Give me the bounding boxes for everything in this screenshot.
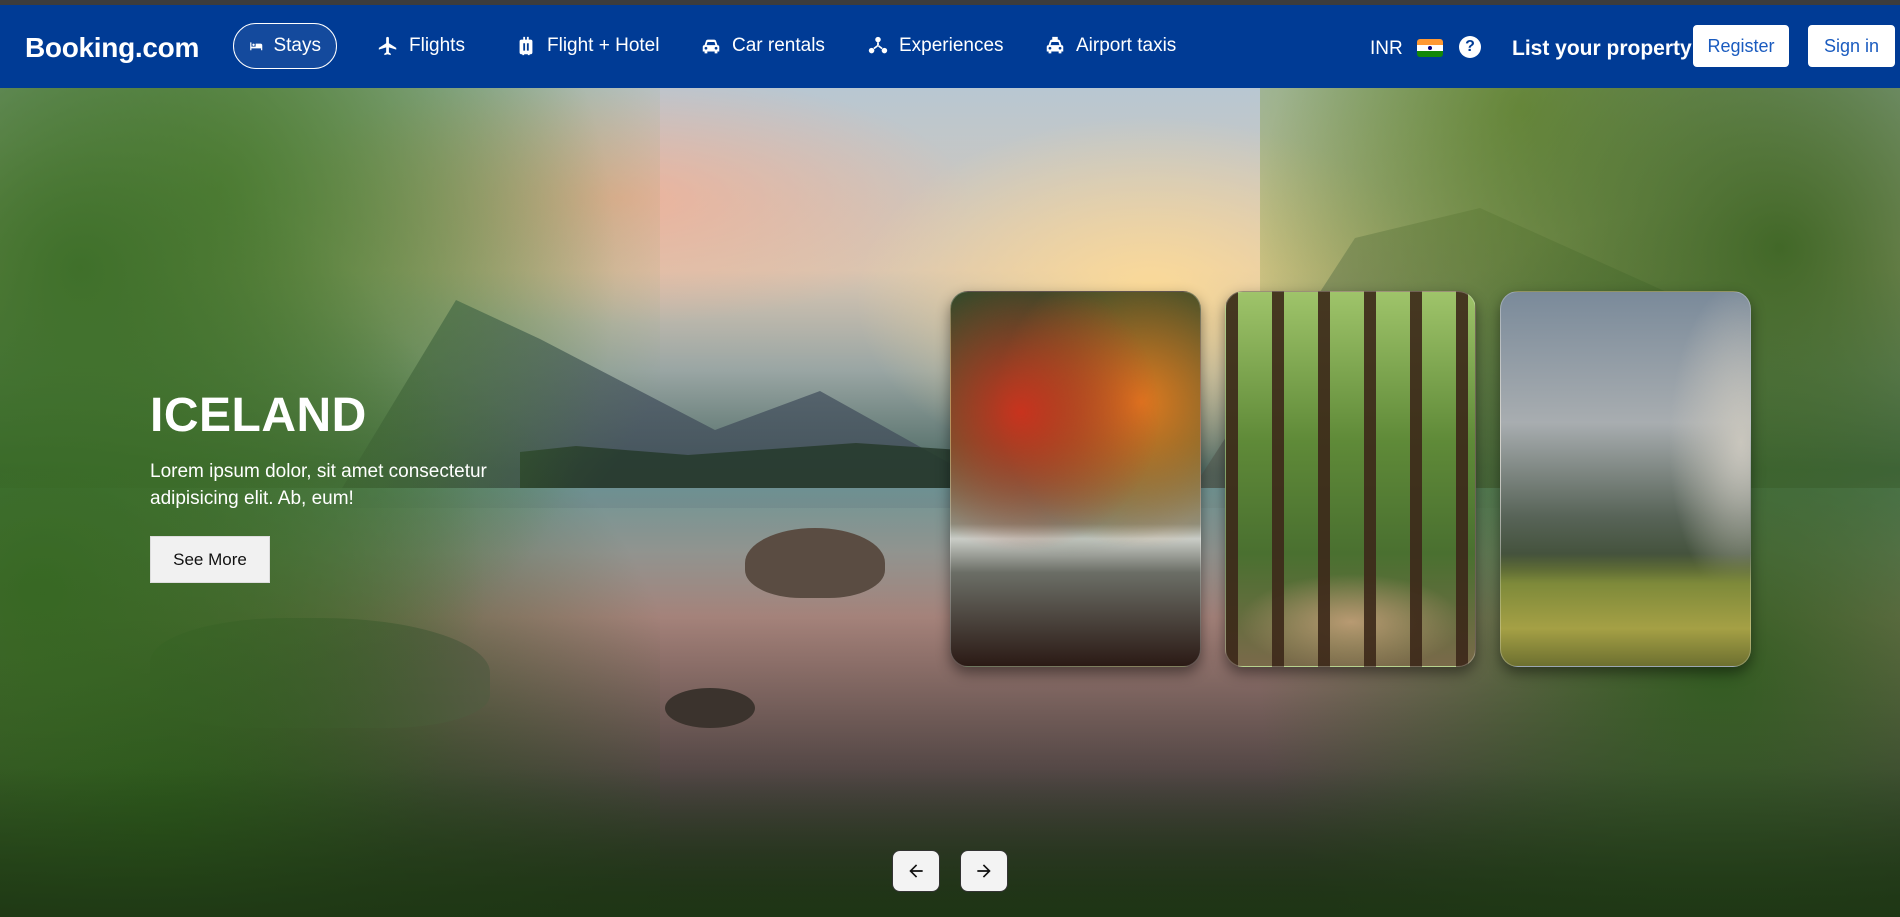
nav-label: Airport taxis: [1076, 35, 1177, 56]
taxi-icon: [1046, 36, 1064, 54]
nav-label: Car rentals: [732, 35, 825, 56]
cliff-valley-card[interactable]: [1500, 291, 1751, 667]
hero-title: ICELAND: [150, 389, 367, 442]
register-button[interactable]: Register: [1693, 25, 1789, 67]
background-rock: [745, 528, 885, 598]
plane-icon: [378, 36, 397, 56]
currency-selector[interactable]: INR: [1370, 38, 1403, 60]
see-more-button[interactable]: See More: [150, 536, 270, 583]
india-flag-icon[interactable]: [1417, 39, 1443, 57]
nav-label: Flights: [409, 35, 465, 56]
car-icon: [702, 39, 720, 54]
forest-path-card[interactable]: [1225, 291, 1476, 667]
arrow-left-icon: [909, 864, 923, 878]
hero-description: Lorem ipsum dolor, sit amet consectetur …: [150, 461, 487, 509]
nav-item-airport-taxis[interactable]: Airport taxis: [1029, 23, 1191, 69]
nav-item-experiences[interactable]: Experiences: [852, 23, 1019, 69]
sign-in-button[interactable]: Sign in: [1808, 25, 1895, 67]
list-property-link[interactable]: List your property: [1512, 37, 1692, 61]
nav-item-car-rentals[interactable]: Car rentals: [685, 23, 840, 69]
help-icon[interactable]: ?: [1459, 36, 1481, 58]
hero-banner: ICELAND Lorem ipsum dolor, sit amet cons…: [0, 88, 1900, 917]
nav-label: Experiences: [899, 35, 1004, 56]
nav-label: Flight + Hotel: [547, 35, 660, 56]
luggage-icon: [519, 36, 533, 56]
carousel-prev-button[interactable]: [892, 850, 940, 892]
nav-item-flights[interactable]: Flights: [362, 23, 480, 69]
background-rock: [665, 688, 755, 728]
arrow-right-icon: [977, 864, 991, 878]
brand-logo[interactable]: Booking.com: [25, 32, 199, 64]
nav-item-flight-hotel[interactable]: Flight + Hotel: [500, 23, 674, 69]
carousel-next-button[interactable]: [960, 850, 1008, 892]
nav-item-stays[interactable]: Stays: [233, 23, 337, 69]
autumn-lake-card[interactable]: [950, 291, 1201, 667]
bed-icon: [250, 42, 263, 51]
top-navbar: Booking.com Stays Flights Flight + Hotel…: [0, 5, 1900, 88]
nav-label: Stays: [273, 35, 321, 56]
attractions-icon: [868, 36, 888, 54]
background-grass: [0, 768, 1900, 917]
